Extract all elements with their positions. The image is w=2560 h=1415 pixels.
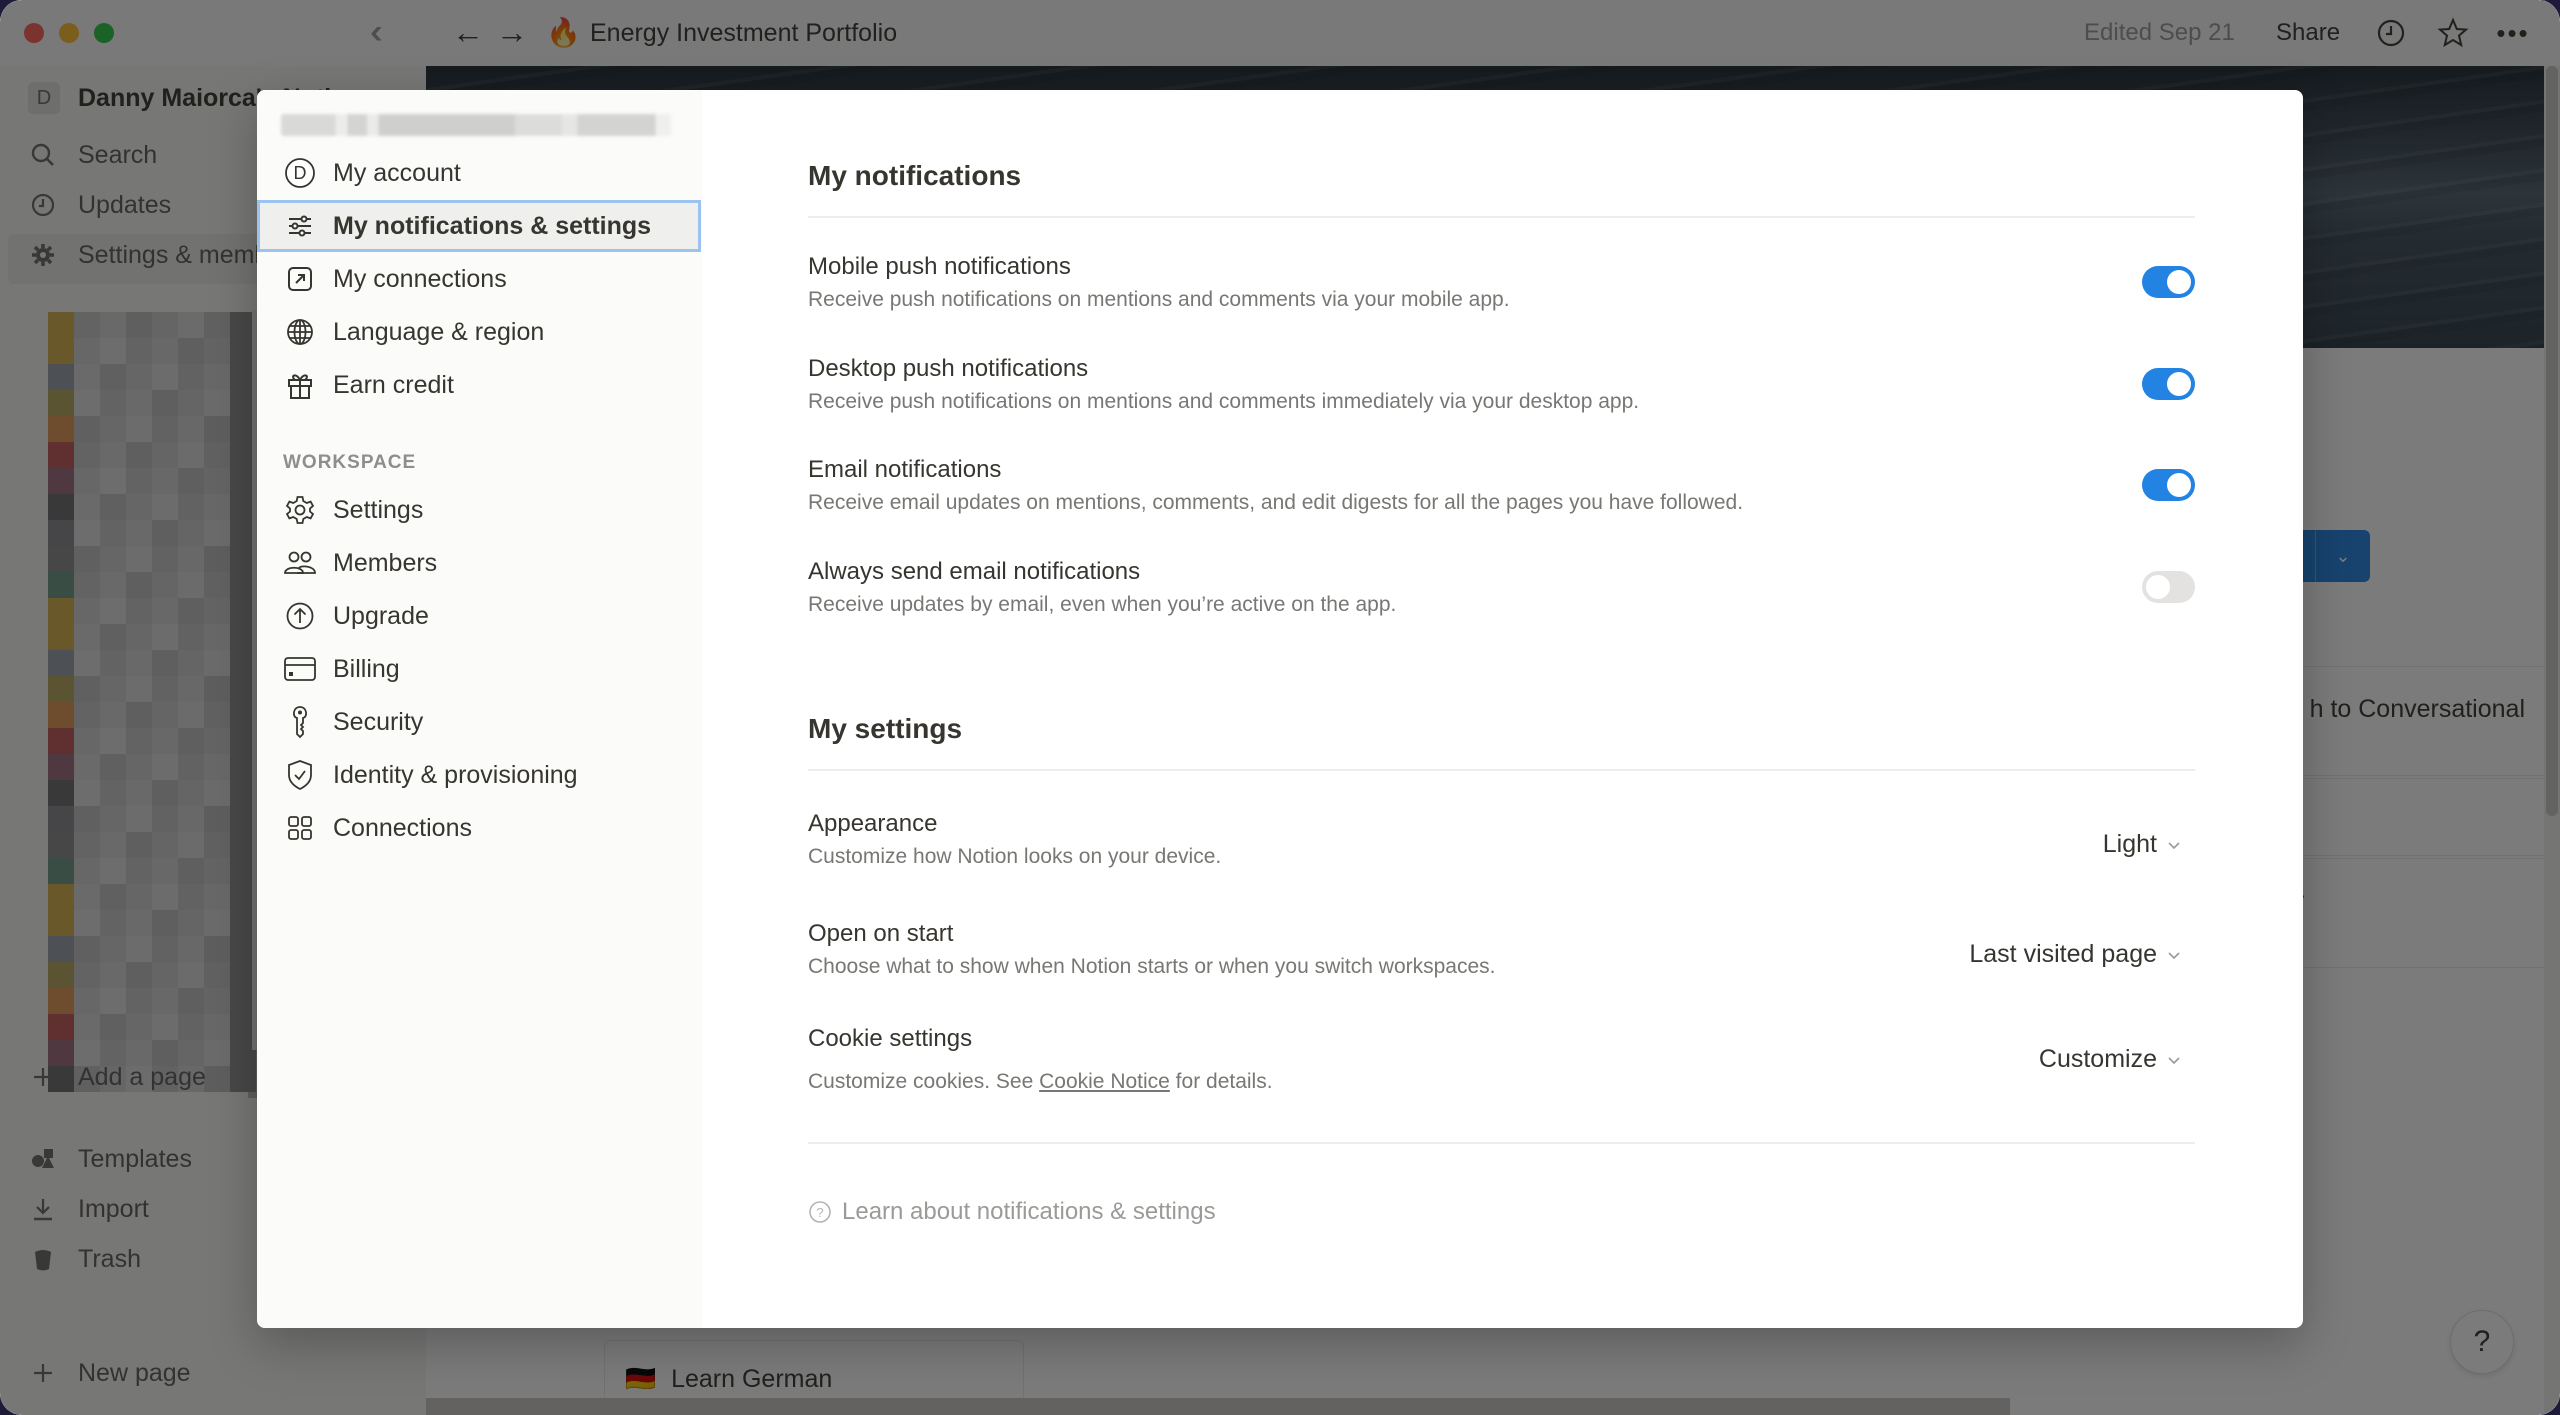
- nav-upgrade[interactable]: Upgrade: [257, 590, 702, 642]
- setting-title-open-on-start: Open on start: [808, 920, 954, 947]
- notifications-section-title: My notifications: [808, 160, 1022, 191]
- grid-icon: [283, 811, 317, 845]
- chevron-down-icon: [2167, 948, 2181, 962]
- nav-label: My connections: [333, 264, 507, 293]
- nav-label: Settings: [333, 495, 424, 524]
- setting-title-always-email: Always send email notifications: [808, 558, 1141, 585]
- settings-section-title: My settings: [808, 713, 963, 744]
- nav-language-region[interactable]: Language & region: [257, 306, 702, 358]
- gear-icon: [283, 493, 317, 527]
- nav-my-account[interactable]: D My account: [257, 147, 702, 199]
- cookie-notice-link[interactable]: Cookie Notice: [1039, 1070, 1170, 1093]
- avatar-icon: D: [283, 156, 317, 190]
- nav-my-connections[interactable]: My connections: [257, 253, 702, 305]
- help-circle-icon: ?: [808, 1200, 832, 1224]
- svg-text:D: D: [294, 163, 307, 183]
- nav-billing[interactable]: Billing: [257, 643, 702, 695]
- notion-window: ‹‹ ← → 🔥 Energy Investment Portfolio Edi…: [0, 0, 2560, 1415]
- chevron-down-icon: [2167, 1053, 2181, 1067]
- setting-desc-desktop-push: Receive push notifications on mentions a…: [808, 390, 1640, 413]
- setting-title-mobile-push: Mobile push notifications: [808, 253, 1071, 280]
- nav-earn-credit[interactable]: Earn credit: [257, 359, 702, 411]
- external-link-icon: [283, 262, 317, 296]
- shield-check-icon: [283, 758, 317, 792]
- email-notifications-toggle[interactable]: [2142, 469, 2195, 501]
- settings-modal: D My account My notifications & settings…: [257, 90, 2303, 1328]
- nav-label: My account: [333, 158, 461, 187]
- setting-desc-email: Receive email updates on mentions, comme…: [808, 491, 1744, 514]
- upgrade-icon: [283, 599, 317, 633]
- nav-label: Upgrade: [333, 601, 429, 630]
- chevron-down-icon: [2167, 838, 2181, 852]
- nav-security[interactable]: Security: [257, 696, 702, 748]
- globe-icon: [283, 315, 317, 349]
- section-divider: [808, 1142, 2195, 1144]
- nav-label: My notifications & settings: [333, 211, 652, 240]
- nav-my-notifications-settings[interactable]: My notifications & settings: [257, 200, 701, 252]
- gift-icon: [283, 368, 317, 402]
- section-divider: [808, 216, 2195, 218]
- settings-nav: D My account My notifications & settings…: [257, 90, 702, 1328]
- nav-label: Earn credit: [333, 370, 454, 399]
- always-send-email-toggle[interactable]: [2142, 571, 2195, 603]
- section-divider: [808, 769, 2195, 771]
- mobile-push-toggle[interactable]: [2142, 266, 2195, 298]
- nav-label: Security: [333, 707, 424, 736]
- key-icon: [283, 705, 317, 739]
- setting-title-desktop-push: Desktop push notifications: [808, 355, 1089, 382]
- nav-workspace-settings[interactable]: Settings: [257, 484, 702, 536]
- setting-desc-open-on-start: Choose what to show when Notion starts o…: [808, 955, 1496, 978]
- svg-text:?: ?: [816, 1205, 823, 1220]
- redacted-account-email: [281, 114, 671, 136]
- sliders-icon: [283, 209, 317, 243]
- setting-desc-cookies: Customize cookies. See Cookie Notice for…: [808, 1070, 1273, 1093]
- learn-more-link[interactable]: ? Learn about notifications & settings: [808, 1198, 1216, 1226]
- setting-desc-always-email: Receive updates by email, even when you’…: [808, 593, 1397, 616]
- nav-label: Language & region: [333, 317, 545, 346]
- nav-identity-provisioning[interactable]: Identity & provisioning: [257, 749, 702, 801]
- open-on-start-select[interactable]: Last visited page: [1969, 940, 2181, 969]
- nav-label: Billing: [333, 654, 400, 683]
- workspace-section-heading: WORKSPACE: [283, 452, 417, 473]
- nav-label: Members: [333, 548, 438, 577]
- appearance-select[interactable]: Light: [2103, 830, 2181, 859]
- nav-connections[interactable]: Connections: [257, 802, 702, 854]
- desktop-push-toggle[interactable]: [2142, 368, 2195, 400]
- nav-members[interactable]: Members: [257, 537, 702, 589]
- setting-desc-appearance: Customize how Notion looks on your devic…: [808, 845, 1222, 868]
- setting-title-appearance: Appearance: [808, 810, 938, 837]
- credit-card-icon: [283, 652, 317, 686]
- members-icon: [283, 546, 317, 580]
- setting-desc-mobile-push: Receive push notifications on mentions a…: [808, 288, 1510, 311]
- nav-label: Identity & provisioning: [333, 760, 578, 789]
- setting-title-cookies: Cookie settings: [808, 1025, 973, 1052]
- setting-title-email: Email notifications: [808, 456, 1002, 483]
- cookie-settings-select[interactable]: Customize: [2039, 1045, 2181, 1074]
- nav-label: Connections: [333, 813, 472, 842]
